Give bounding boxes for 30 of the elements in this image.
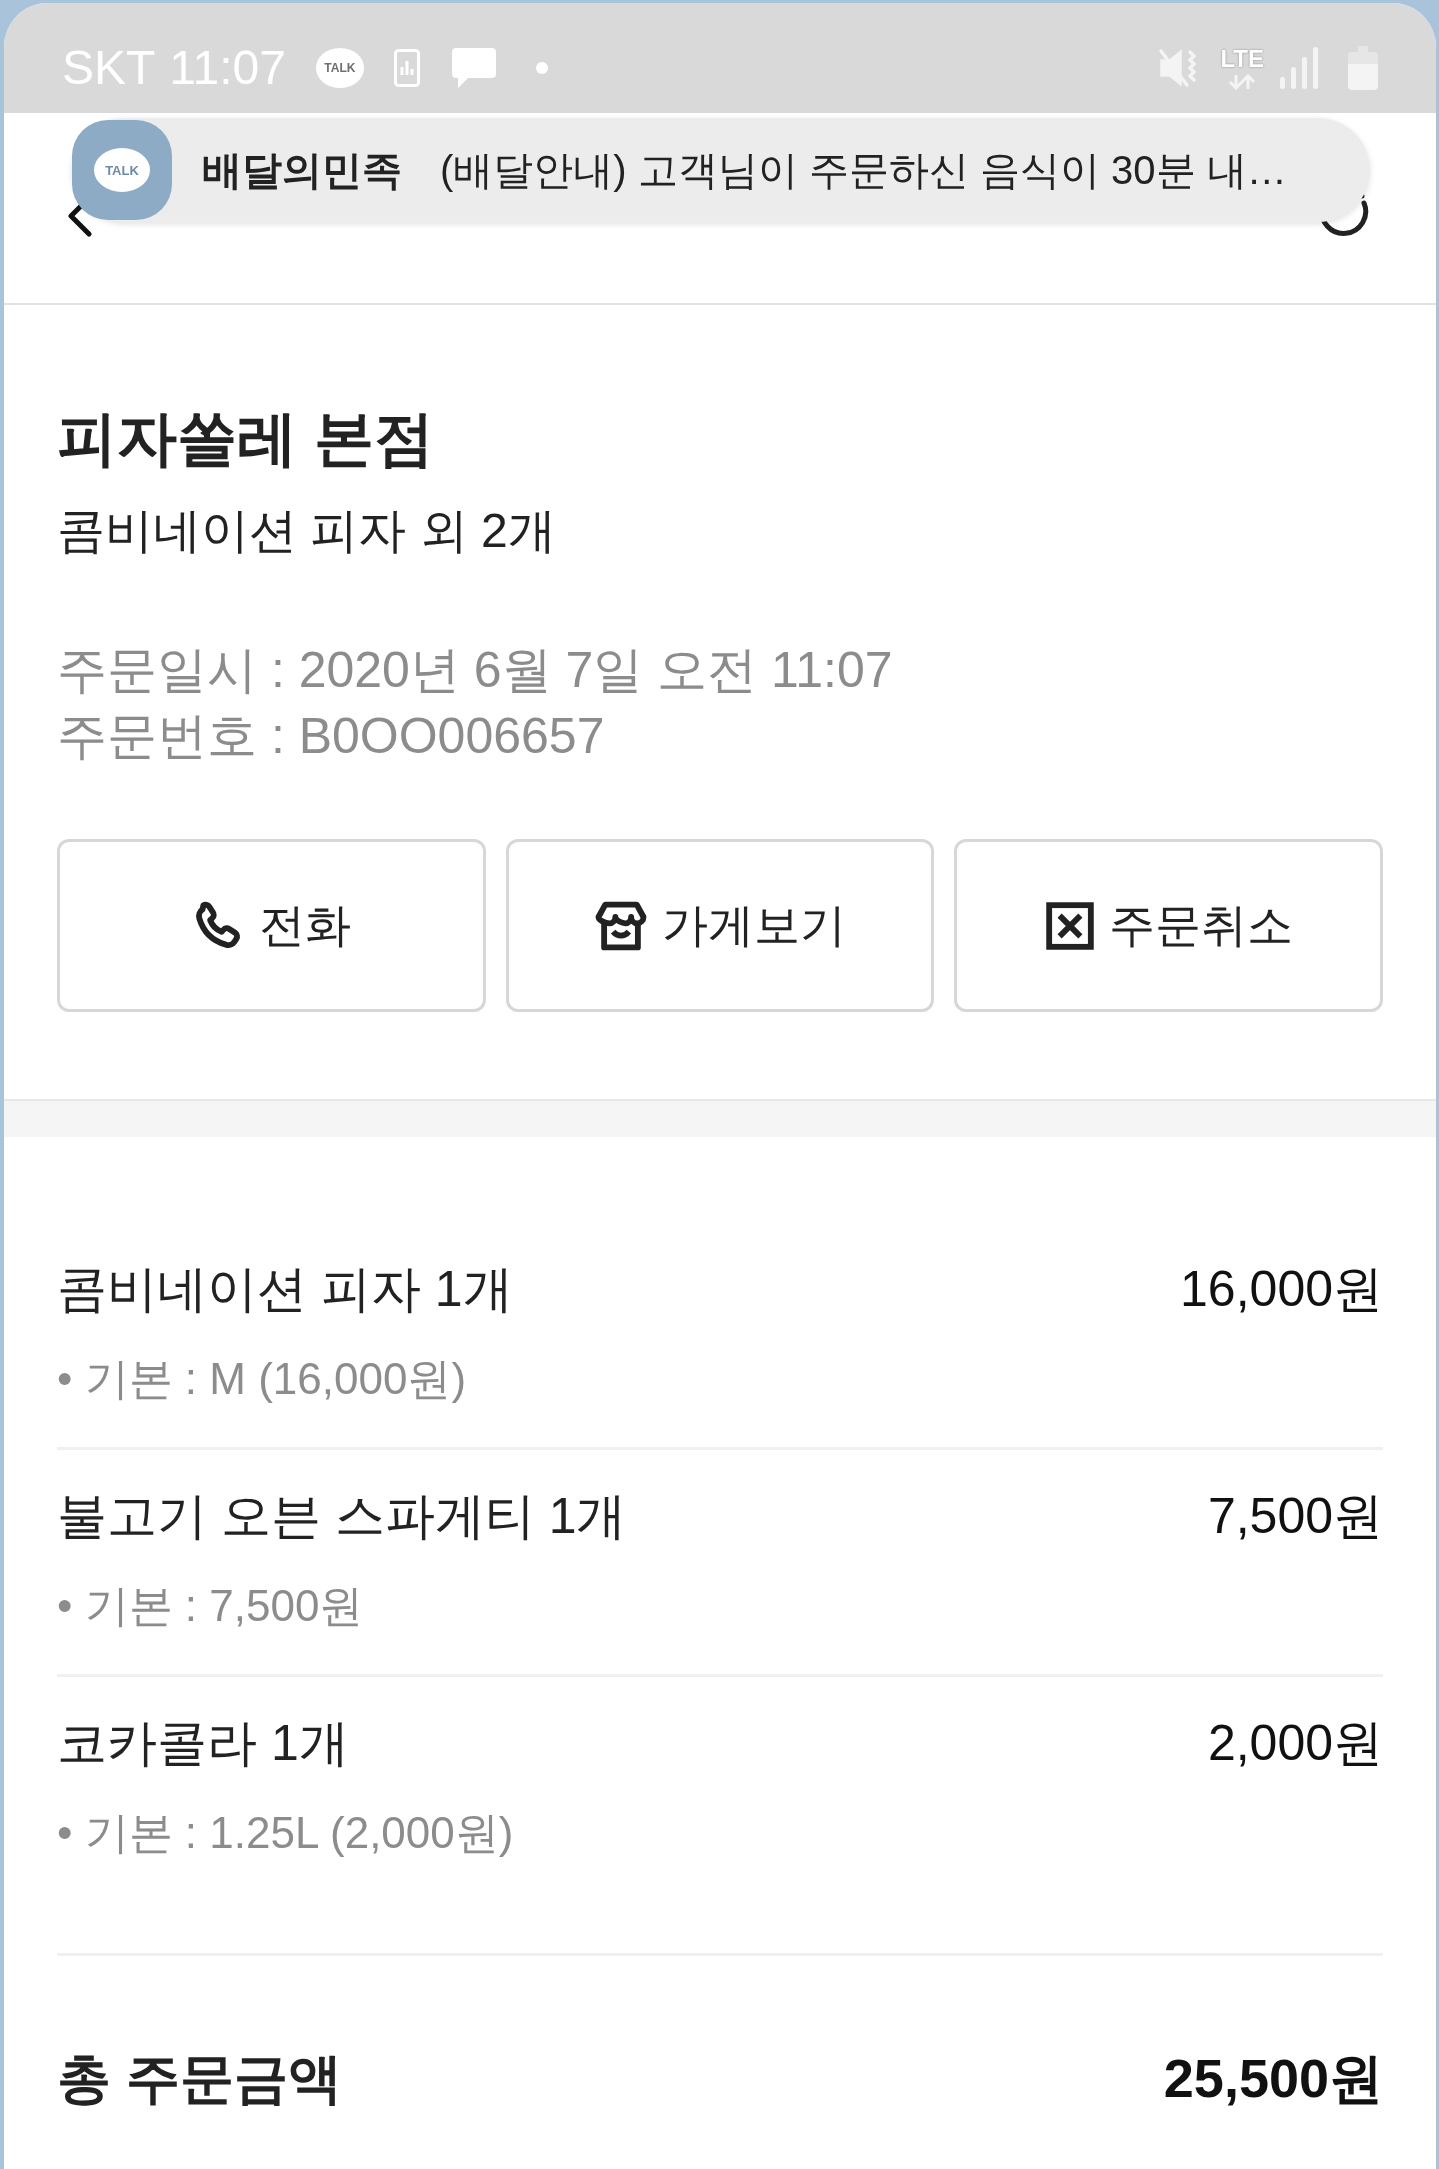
menu-item-name: 콤비네이션 피자 1개 xyxy=(57,1260,513,1319)
menu-item-price: 16,000원 xyxy=(1180,1260,1383,1319)
dot-icon xyxy=(535,62,548,74)
store-name: 피자쏠레 본점 xyxy=(57,404,435,474)
menu-item-option: • 기본 : M (16,000원) xyxy=(57,1351,513,1407)
order-info-line: 주문번호 : B0OO006657 xyxy=(57,707,606,766)
signal-icon xyxy=(1280,47,1318,89)
action-button[interactable]: 전화 xyxy=(57,839,486,1012)
phone-chart-icon xyxy=(393,49,420,87)
menu-item-name: 코카콜라 1개 xyxy=(57,1714,350,1773)
menu-item-price: 2,000원 xyxy=(1207,1714,1383,1773)
message-icon xyxy=(451,48,496,88)
total-label: 총 주문금액 xyxy=(57,2047,342,2110)
notification-banner[interactable]: TALK 배달의민족 (배달안내) 고객님이 주문하신 음식이 30분 내… xyxy=(72,118,1370,222)
menu-item-price: 7,500원 xyxy=(1207,1487,1383,1546)
notification-app-name: 배달의민족 xyxy=(202,147,402,194)
menu-item-name: 불고기 오븐 스파게티 1개 xyxy=(57,1487,627,1546)
talk-logo: TALK xyxy=(72,120,172,220)
data-arrows-icon xyxy=(1227,73,1258,90)
menu-item-option: • 기본 : 7,500원 xyxy=(57,1578,627,1634)
order-summary: 콤비네이션 피자 외 2개 xyxy=(57,503,557,559)
close-box-icon xyxy=(1044,900,1095,951)
action-button[interactable]: 주문취소 xyxy=(954,839,1383,1012)
battery-icon xyxy=(1348,46,1378,90)
action-button[interactable]: 가게보기 xyxy=(505,839,935,1012)
order-info-line: 주문일시 : 2020년 6월 7일 오전 11:07 xyxy=(57,641,894,700)
notification-message: (배달안내) 고객님이 주문하신 음식이 30분 내… xyxy=(440,147,1287,194)
total-amount: 25,500원 xyxy=(1163,2047,1383,2110)
menu-item-option: • 기본 : 1.25L (2,000원) xyxy=(57,1805,514,1861)
talk-logo: TALK xyxy=(315,48,364,88)
